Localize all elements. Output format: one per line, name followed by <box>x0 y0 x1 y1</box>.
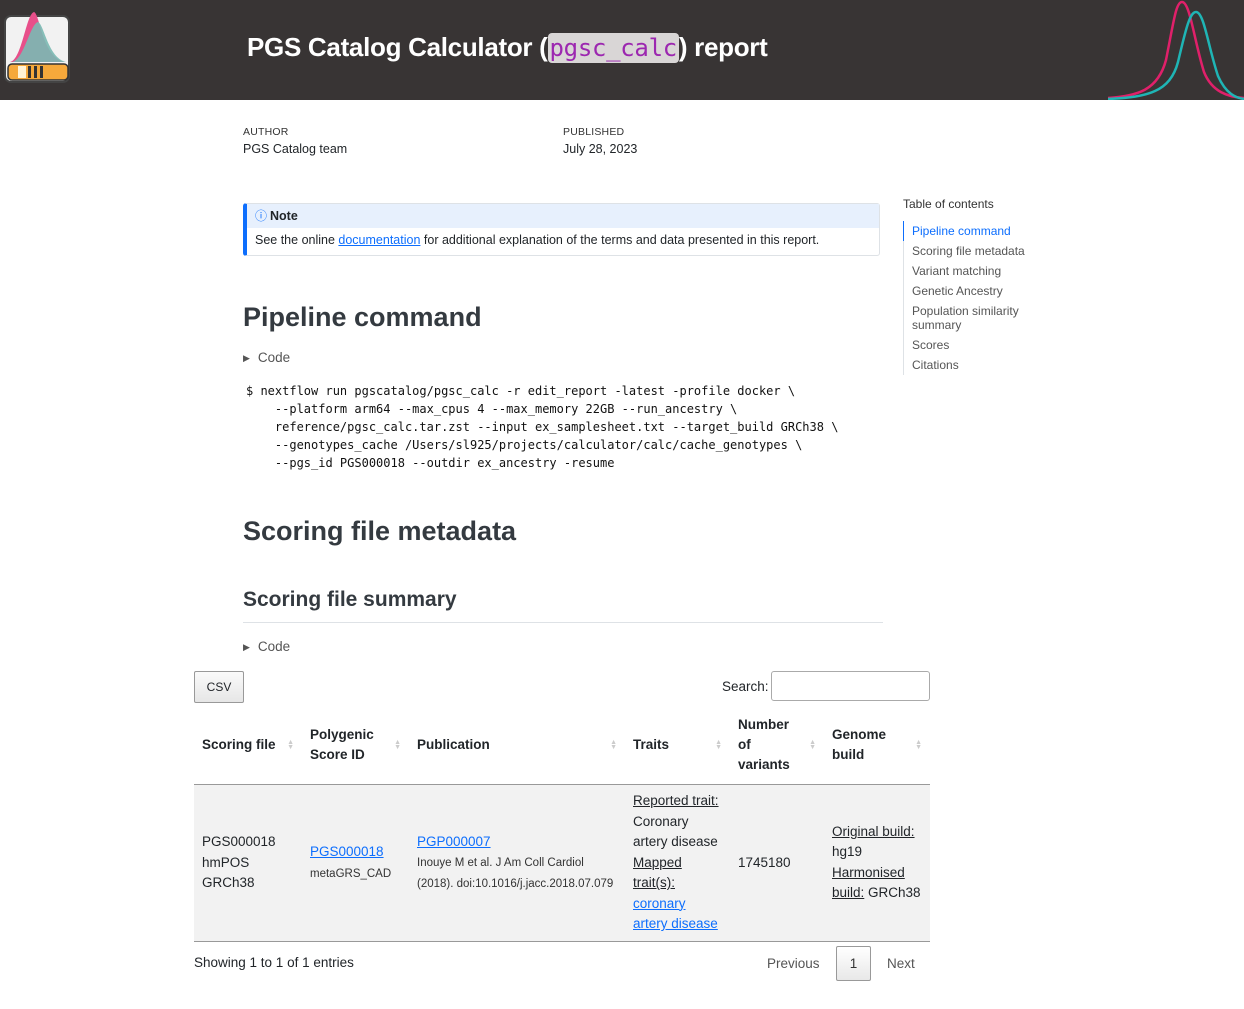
author-value: PGS Catalog team <box>243 142 348 156</box>
published-value: July 28, 2023 <box>563 142 638 156</box>
published-label: PUBLISHED <box>563 126 625 138</box>
documentation-link[interactable]: documentation <box>338 233 420 247</box>
original-build-value: hg19 <box>832 844 863 860</box>
report-banner: PGS Catalog Calculator (pgsc_calc) repor… <box>0 0 1244 100</box>
author-label: AUTHOR <box>243 126 289 138</box>
note-body: See the online documentation for additio… <box>247 228 879 252</box>
cell-number-of-variants: 1745180 <box>730 784 824 942</box>
search-label: Search: <box>722 679 769 694</box>
table-row: PGS000018 hmPOS GRCh38 PGS000018 metaGRS… <box>194 784 930 942</box>
pgsc-calc-logo <box>4 12 70 83</box>
table-header-row: Scoring file ▲ ▼ Polygenic Score ID ▲ ▼ Publ… <box>194 706 930 785</box>
column-header-genome-build[interactable]: Genome build ▲ ▼ <box>824 706 930 785</box>
code-toggle-pipeline[interactable]: ▶ Code <box>243 350 290 365</box>
column-header-scoring-file[interactable]: Scoring file ▲ ▼ <box>194 706 302 785</box>
toc-item-scores[interactable]: Scores <box>904 335 1043 355</box>
toc-item-citations[interactable]: Citations <box>904 355 1043 375</box>
section-divider <box>243 622 883 623</box>
scoring-file-table: Scoring file ▲ ▼ Polygenic Score ID ▲ ▼ Publ… <box>194 706 930 942</box>
toc-item-pipeline-command[interactable]: Pipeline command <box>903 221 1043 241</box>
title-prefix: PGS Catalog Calculator ( <box>247 32 548 62</box>
mapped-trait-label: Mapped trait(s): <box>633 854 682 891</box>
cell-pgs-id: PGS000018 metaGRS_CAD <box>302 784 409 942</box>
csv-export-button[interactable]: CSV <box>194 671 244 703</box>
reported-trait-label: Reported trait: <box>633 793 719 808</box>
pipeline-command-code: $ nextflow run pgscatalog/pgsc_calc -r e… <box>246 384 839 470</box>
table-of-contents: Table of contents Pipeline command Scori… <box>903 197 1043 375</box>
cell-genome-build: Original build: hg19 Harmonised build: G… <box>824 784 930 942</box>
code-toggle-label: Code <box>257 350 291 365</box>
original-build-label: Original build: <box>832 823 915 839</box>
publication-citation: Inouye M et al. J Am Coll Cardiol (2018)… <box>417 857 614 890</box>
column-header-pgs-id[interactable]: Polygenic Score ID ▲ ▼ <box>302 706 409 785</box>
toc-item-scoring-file-metadata[interactable]: Scoring file metadata <box>904 241 1043 261</box>
column-header-publication[interactable]: Publication ▲ ▼ <box>409 706 625 785</box>
publication-link[interactable]: PGP000007 <box>417 834 491 849</box>
author-block: AUTHOR PGS Catalog team <box>243 126 347 156</box>
disclosure-triangle-icon: ▶ <box>243 642 250 652</box>
note-header: ⓘ Note <box>247 204 879 228</box>
sort-icon: ▲ ▼ <box>394 739 401 751</box>
pagination-page-1[interactable]: 1 <box>836 946 871 981</box>
info-icon: ⓘ <box>255 209 268 223</box>
mapped-trait-link[interactable]: coronary artery disease <box>633 896 718 932</box>
code-toggle-summary[interactable]: ▶ Code <box>243 639 290 654</box>
table-info: Showing 1 to 1 of 1 entries <box>194 955 354 970</box>
sort-icon: ▲ ▼ <box>915 739 922 751</box>
disclosure-triangle-icon: ▶ <box>243 353 250 363</box>
harmonised-build-value: GRCh38 <box>868 885 921 901</box>
toc-item-variant-matching[interactable]: Variant matching <box>904 261 1043 281</box>
reported-trait-value: Coronary artery disease <box>633 813 718 850</box>
sort-icon: ▲ ▼ <box>809 739 816 751</box>
toc-title: Table of contents <box>903 197 994 211</box>
distribution-curves-decoration <box>1108 0 1244 100</box>
page-title: PGS Catalog Calculator (pgsc_calc) repor… <box>247 32 768 63</box>
scoring-file-metadata-heading: Scoring file metadata <box>243 516 517 546</box>
cell-scoring-file: PGS000018 hmPOS GRCh38 <box>194 784 302 942</box>
note-title: Note <box>270 209 298 223</box>
column-header-number-of-variants[interactable]: Number of variants ▲ ▼ <box>730 706 824 785</box>
column-header-traits[interactable]: Traits ▲ ▼ <box>625 706 730 785</box>
toc-item-genetic-ancestry[interactable]: Genetic Ancestry <box>904 281 1043 301</box>
scoring-file-summary-heading: Scoring file summary <box>243 588 457 611</box>
pipeline-command-heading: Pipeline command <box>243 302 482 332</box>
note-text-before: See the online <box>255 233 339 247</box>
pgs-id-link[interactable]: PGS000018 <box>310 844 384 859</box>
note-callout: ⓘ Note See the online documentation for a… <box>243 203 880 256</box>
pagination-previous[interactable]: Previous <box>767 956 820 971</box>
code-toggle-label: Code <box>257 639 291 654</box>
search-input[interactable] <box>771 671 930 701</box>
sort-icon: ▲ ▼ <box>287 739 294 751</box>
title-code: pgsc_calc <box>547 33 679 63</box>
published-block: PUBLISHED July 28, 2023 <box>563 126 637 156</box>
cell-publication: PGP000007 Inouye M et al. J Am Coll Card… <box>409 784 625 942</box>
pgs-name: metaGRS_CAD <box>310 867 392 880</box>
note-text-after: for additional explanation of the terms … <box>420 233 820 247</box>
cell-traits: Reported trait: Coronary artery disease … <box>625 784 730 942</box>
sort-icon: ▲ ▼ <box>715 739 722 751</box>
toc-item-population-similarity[interactable]: Population similarity summary <box>904 301 1043 335</box>
sort-icon: ▲ ▼ <box>610 739 617 751</box>
pagination-next[interactable]: Next <box>887 956 915 971</box>
title-suffix: ) report <box>678 32 768 62</box>
